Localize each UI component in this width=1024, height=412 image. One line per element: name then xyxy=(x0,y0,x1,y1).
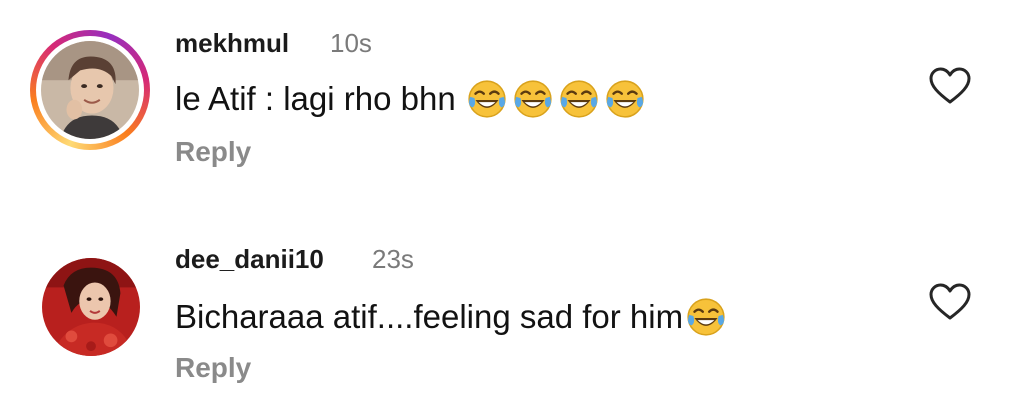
emoji-group xyxy=(685,296,731,338)
reply-button[interactable]: Reply xyxy=(175,136,251,168)
emoji-group xyxy=(466,78,650,120)
reply-button[interactable]: Reply xyxy=(175,352,251,384)
face-with-tears-of-joy-icon xyxy=(558,78,600,120)
face-with-tears-of-joy-icon xyxy=(604,78,646,120)
avatar[interactable] xyxy=(42,258,140,356)
face-with-tears-of-joy-icon xyxy=(512,78,554,120)
comment-timestamp: 23s xyxy=(372,244,414,274)
comment-timestamp: 10s xyxy=(330,28,372,58)
user-photo-icon xyxy=(42,258,140,356)
heart-outline-icon[interactable] xyxy=(928,66,972,106)
comment-item: dee_danii10 23s Bicharaaa atif....feelin… xyxy=(0,214,1024,412)
face-with-tears-of-joy-icon xyxy=(466,78,508,120)
face-with-tears-of-joy-icon xyxy=(685,296,727,338)
heart-outline-icon[interactable] xyxy=(928,282,972,322)
comment-text-body: Bicharaaa atif....feeling sad for him xyxy=(175,298,684,335)
comment-text: Bicharaaa atif....feeling sad for him xyxy=(175,296,731,338)
avatar-story-ring[interactable] xyxy=(30,30,150,150)
comment-text-body: le Atif : lagi rho bhn xyxy=(175,80,456,117)
user-photo-icon xyxy=(41,41,139,139)
avatar[interactable] xyxy=(41,41,139,139)
comment-username[interactable]: dee_danii10 xyxy=(175,244,324,275)
comment-item: mekhmul 10s le Atif : lagi rho bhn Reply xyxy=(0,0,1024,200)
comment-text: le Atif : lagi rho bhn xyxy=(175,78,650,120)
comment-username[interactable]: mekhmul xyxy=(175,28,289,59)
